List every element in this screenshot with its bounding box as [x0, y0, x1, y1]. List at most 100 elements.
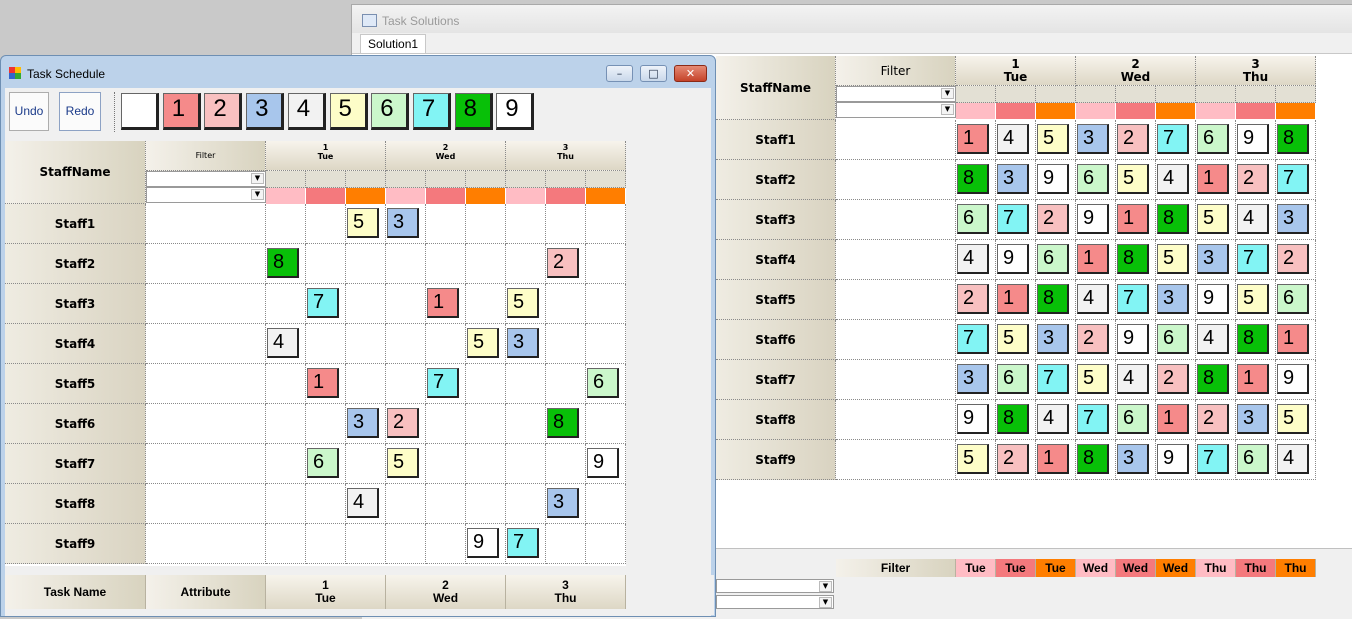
task-tile[interactable]: 3: [547, 488, 579, 518]
schedule-cell[interactable]: 5: [346, 204, 386, 244]
lower-column-header[interactable]: Wed: [1076, 559, 1116, 577]
task-tile[interactable]: 4: [267, 328, 299, 358]
task-tile[interactable]: 1: [1037, 444, 1069, 474]
staff-row-header[interactable]: Staff6: [716, 320, 836, 360]
task-tile[interactable]: 4: [1157, 164, 1189, 194]
task-tile[interactable]: 8: [1037, 284, 1069, 314]
schedule-cell[interactable]: 8: [1036, 280, 1076, 320]
schedule-cell[interactable]: 1: [1116, 200, 1156, 240]
schedule-cell[interactable]: [506, 404, 546, 444]
task-tile[interactable]: 9: [1197, 284, 1229, 314]
redo-button[interactable]: Redo: [59, 92, 101, 131]
schedule-cell[interactable]: [466, 444, 506, 484]
task-tile[interactable]: 5: [507, 288, 539, 318]
filter-cell[interactable]: [1276, 86, 1316, 103]
filter-cell[interactable]: [506, 171, 546, 188]
day-header[interactable]: 3 Thu: [1196, 56, 1316, 86]
schedule-cell[interactable]: [346, 524, 386, 564]
task-tile[interactable]: 4: [1077, 284, 1109, 314]
schedule-cell[interactable]: 9: [1036, 160, 1076, 200]
schedule-cell[interactable]: 4: [1036, 400, 1076, 440]
task-tile[interactable]: 4: [1237, 204, 1269, 234]
filter-cell[interactable]: [266, 171, 306, 188]
undo-button[interactable]: Undo: [9, 92, 49, 131]
staff-row-header[interactable]: Staff1: [5, 204, 146, 244]
schedule-cell[interactable]: 9: [1236, 120, 1276, 160]
day-header[interactable]: 2 Wed: [386, 141, 506, 171]
schedule-cell[interactable]: 3: [546, 484, 586, 524]
lower-column-header[interactable]: Tue: [1036, 559, 1076, 577]
filter-dropdown[interactable]: ▼: [716, 579, 834, 593]
task-tile[interactable]: 9: [587, 448, 619, 478]
schedule-cell[interactable]: 4: [1116, 360, 1156, 400]
schedule-cell[interactable]: 3: [1036, 320, 1076, 360]
chevron-down-icon[interactable]: ▼: [941, 104, 954, 115]
header-filter[interactable]: Filter: [836, 56, 956, 86]
schedule-cell[interactable]: [386, 364, 426, 404]
task-tile[interactable]: 2: [1077, 324, 1109, 354]
schedule-cell[interactable]: 1: [1236, 360, 1276, 400]
header-filter[interactable]: Filter: [146, 141, 266, 171]
task-tile[interactable]: 1: [997, 284, 1029, 314]
task-tile[interactable]: 1: [957, 124, 989, 154]
task-tile[interactable]: 1: [1237, 364, 1269, 394]
task-tile-7[interactable]: 7: [412, 93, 451, 130]
staff-row-header[interactable]: Staff7: [5, 444, 146, 484]
schedule-cell[interactable]: 3: [996, 160, 1036, 200]
task-tile[interactable]: 6: [1197, 124, 1229, 154]
schedule-cell[interactable]: 6: [1236, 440, 1276, 480]
filter-cell[interactable]: [1236, 86, 1276, 103]
filter-dropdown[interactable]: ▼: [146, 171, 266, 187]
filter-cell[interactable]: [956, 86, 996, 103]
task-tile[interactable]: 3: [347, 408, 379, 438]
schedule-cell[interactable]: [306, 404, 346, 444]
schedule-cell[interactable]: 6: [1156, 320, 1196, 360]
schedule-cell[interactable]: [306, 204, 346, 244]
schedule-cell[interactable]: [586, 484, 626, 524]
schedule-cell[interactable]: 4: [1276, 440, 1316, 480]
staff-row-header[interactable]: Staff7: [716, 360, 836, 400]
staff-row-header[interactable]: Staff4: [5, 324, 146, 364]
schedule-cell[interactable]: 7: [996, 200, 1036, 240]
schedule-cell[interactable]: 2: [386, 404, 426, 444]
filter-dropdown[interactable]: ▼: [836, 102, 956, 118]
schedule-cell[interactable]: 7: [1076, 400, 1116, 440]
task-tile[interactable]: 9: [957, 404, 989, 434]
task-tile[interactable]: 5: [387, 448, 419, 478]
task-tile[interactable]: 7: [1197, 444, 1229, 474]
task-tile[interactable]: 2: [957, 284, 989, 314]
schedule-cell[interactable]: 5: [1156, 240, 1196, 280]
schedule-cell[interactable]: 1: [1196, 160, 1236, 200]
task-tile[interactable]: 6: [957, 204, 989, 234]
schedule-cell[interactable]: 1: [1276, 320, 1316, 360]
schedule-cell[interactable]: [506, 364, 546, 404]
schedule-cell[interactable]: 2: [996, 440, 1036, 480]
task-tile[interactable]: 3: [507, 328, 539, 358]
task-tile[interactable]: 2: [547, 248, 579, 278]
filter-dropdown[interactable]: ▼: [146, 187, 266, 203]
schedule-cell[interactable]: [466, 284, 506, 324]
task-tile-blank[interactable]: [121, 93, 159, 130]
task-tile[interactable]: 9: [1277, 364, 1309, 394]
schedule-cell[interactable]: 7: [1236, 240, 1276, 280]
task-tile[interactable]: 5: [467, 328, 499, 358]
schedule-cell[interactable]: 8: [1196, 360, 1236, 400]
staff-row-header[interactable]: Staff6: [5, 404, 146, 444]
task-tile[interactable]: 9: [1037, 164, 1069, 194]
task-tile[interactable]: 9: [1157, 444, 1189, 474]
schedule-cell[interactable]: 3: [1196, 240, 1236, 280]
lower-column-header[interactable]: Wed: [1156, 559, 1196, 577]
schedule-cell[interactable]: 1: [956, 120, 996, 160]
schedule-cell[interactable]: 3: [1236, 400, 1276, 440]
filter-cell[interactable]: [426, 171, 466, 188]
schedule-cell[interactable]: 2: [1196, 400, 1236, 440]
schedule-cell[interactable]: [546, 324, 586, 364]
schedule-cell[interactable]: 9: [1276, 360, 1316, 400]
task-tile[interactable]: 3: [1237, 404, 1269, 434]
task-tile[interactable]: 3: [957, 364, 989, 394]
schedule-cell[interactable]: 5: [1076, 360, 1116, 400]
task-tile[interactable]: 7: [507, 528, 539, 558]
task-tile[interactable]: 2: [1277, 244, 1309, 274]
schedule-cell[interactable]: [426, 484, 466, 524]
schedule-cell[interactable]: 2: [1276, 240, 1316, 280]
